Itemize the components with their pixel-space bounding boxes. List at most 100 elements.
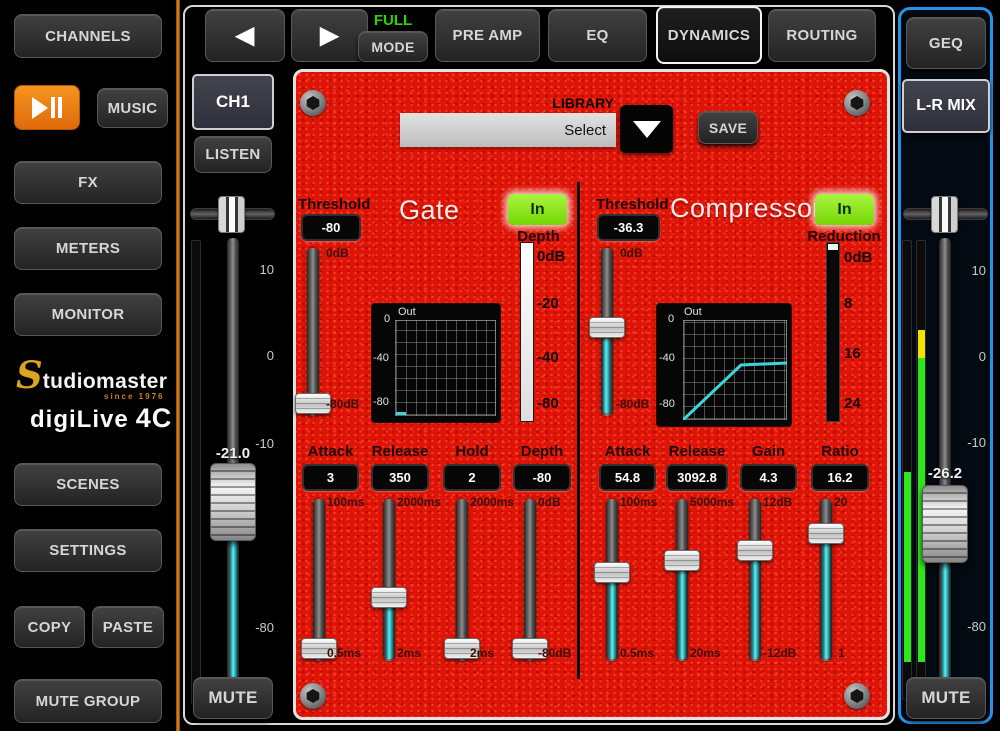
- screw-icon: [300, 683, 326, 709]
- geq-button[interactable]: GEQ: [906, 17, 986, 69]
- comp-param-max: 100ms: [620, 495, 657, 509]
- comp-param-max: 20: [834, 495, 847, 509]
- comp-meter-tick: 16: [844, 345, 861, 362]
- channel-fader-fill: [230, 540, 237, 700]
- master-select-button[interactable]: L-R MIX: [902, 79, 990, 133]
- tab-eq[interactable]: EQ: [548, 9, 647, 62]
- screw-icon: [300, 90, 326, 116]
- gate-depth-slider-track[interactable]: [524, 499, 536, 661]
- comp-graph-out-label: Out: [684, 306, 702, 318]
- gate-title: Gate: [399, 195, 460, 226]
- comp-param-label: Gain: [740, 443, 797, 460]
- brand-tagline: since 1976: [104, 392, 164, 401]
- gate-param-max: 0dB: [538, 495, 561, 509]
- pause-bar-icon: [51, 97, 55, 118]
- gate-param-label: Depth: [513, 443, 571, 460]
- fader-scale-tick: 0: [246, 348, 274, 363]
- play-icon: [32, 97, 48, 119]
- library-dropdown-button[interactable]: [620, 105, 673, 153]
- pause-bar-icon: [58, 97, 62, 118]
- comp-threshold-slider-handle[interactable]: [589, 317, 625, 338]
- comp-param-label: Release: [666, 443, 728, 460]
- comp-param-min: 20ms: [690, 646, 721, 660]
- master-scale-tick: 10: [958, 263, 986, 278]
- gate-param-value: 2: [443, 464, 501, 491]
- library-label: LIBRARY: [518, 95, 614, 111]
- gate-release-slider-handle[interactable]: [371, 587, 407, 608]
- next-channel-button[interactable]: ▶: [291, 9, 368, 62]
- listen-button[interactable]: LISTEN: [194, 136, 272, 173]
- play-pause-button[interactable]: [14, 85, 80, 130]
- gate-threshold-max-label: 0dB: [326, 246, 349, 260]
- compressor-title: Compressor: [670, 193, 822, 224]
- comp-threshold-slider-fill: [603, 339, 610, 413]
- comp-release-slider-handle[interactable]: [664, 550, 700, 571]
- comp-in-button[interactable]: In: [815, 194, 874, 225]
- gate-param-max: 2000ms: [397, 495, 441, 509]
- mixer-app: CHANNELS MUSIC FX METERS MONITOR Studiom…: [0, 0, 1000, 731]
- sidebar-item-scenes[interactable]: SCENES: [14, 463, 162, 506]
- gate-graph-grid: [395, 320, 496, 416]
- comp-attack-slider-handle[interactable]: [594, 562, 630, 583]
- gate-attack-slider-track[interactable]: [313, 499, 325, 661]
- master-mute-button[interactable]: MUTE: [906, 677, 986, 719]
- pan-slider-handle[interactable]: [218, 196, 245, 233]
- channel-select-button[interactable]: CH1: [192, 74, 274, 130]
- gate-hold-slider-track[interactable]: [456, 499, 468, 661]
- tab-routing[interactable]: ROUTING: [768, 9, 876, 62]
- channel-mute-button[interactable]: MUTE: [193, 677, 273, 719]
- master-fader-handle[interactable]: [922, 485, 968, 563]
- gate-graph-out-label: Out: [398, 306, 416, 318]
- comp-graph-tick: -80: [659, 398, 675, 410]
- gate-threshold-value: -80: [301, 214, 361, 241]
- gate-param-value: 350: [371, 464, 429, 491]
- sidebar-item-settings[interactable]: SETTINGS: [14, 529, 162, 572]
- gate-curve: [396, 412, 406, 415]
- comp-meter-tick: 0dB: [844, 249, 872, 266]
- meter-fill-yellow: [918, 330, 925, 358]
- comp-threshold-label: Threshold: [596, 196, 669, 213]
- channel-fader-value: -21.0: [206, 445, 260, 462]
- channel-fader-handle[interactable]: [210, 463, 256, 541]
- comp-param-value: 54.8: [599, 464, 656, 491]
- comp-gain-slider-handle[interactable]: [737, 540, 773, 561]
- sidebar-item-music[interactable]: MUSIC: [97, 88, 168, 128]
- comp-gain-slider-fill: [752, 561, 759, 659]
- mode-status-label: FULL: [358, 12, 428, 29]
- screw-icon: [844, 90, 870, 116]
- comp-param-min: 0.5ms: [620, 646, 654, 660]
- gate-param-min: -80dB: [538, 646, 571, 660]
- library-select[interactable]: Select: [400, 113, 616, 147]
- comp-param-value: 16.2: [811, 464, 869, 491]
- master-pan-slider-handle[interactable]: [931, 196, 958, 233]
- gate-threshold-min-label: -80dB: [326, 397, 359, 411]
- comp-threshold-value: -36.3: [597, 214, 660, 241]
- tab-dynamics[interactable]: DYNAMICS: [656, 6, 762, 64]
- sidebar-item-fx[interactable]: FX: [14, 161, 162, 204]
- gate-threshold-slider-track[interactable]: [307, 248, 319, 416]
- gate-param-max: 100ms: [327, 495, 364, 509]
- prev-channel-button[interactable]: ◀: [205, 9, 285, 62]
- sidebar-item-monitor[interactable]: MONITOR: [14, 293, 162, 336]
- copy-button[interactable]: COPY: [14, 606, 85, 648]
- gate-release-slider-fill: [386, 608, 393, 659]
- comp-param-min: 1: [838, 646, 845, 660]
- comp-ratio-slider-handle[interactable]: [808, 523, 844, 544]
- comp-release-slider-fill: [679, 571, 686, 659]
- product-model: 4C: [136, 403, 173, 434]
- sidebar-item-channels[interactable]: CHANNELS: [14, 14, 162, 58]
- comp-reduction-meter: [826, 242, 840, 422]
- comp-attack-slider-fill: [609, 583, 616, 659]
- tab-pre-amp[interactable]: PRE AMP: [435, 9, 540, 62]
- channel-level-meter: [191, 240, 201, 705]
- gate-depth-meter-label: Depth: [509, 228, 568, 245]
- screw-icon: [844, 683, 870, 709]
- paste-button[interactable]: PASTE: [92, 606, 164, 648]
- mode-button[interactable]: MODE: [358, 31, 428, 62]
- comp-graph-tick: -40: [659, 352, 675, 364]
- gate-graph-tick: 0: [384, 313, 390, 325]
- gate-in-button[interactable]: In: [508, 194, 567, 225]
- sidebar-item-meters[interactable]: METERS: [14, 227, 162, 270]
- mute-group-button[interactable]: MUTE GROUP: [14, 679, 162, 723]
- save-button[interactable]: SAVE: [698, 111, 758, 144]
